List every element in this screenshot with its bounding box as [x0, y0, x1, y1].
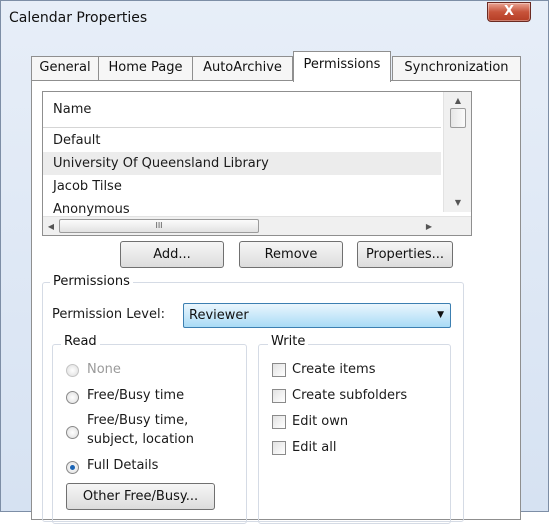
other-free-busy-button[interactable]: Other Free/Busy... — [66, 483, 215, 510]
close-icon: X — [503, 4, 515, 19]
horizontal-scroll-thumb[interactable]: III — [59, 219, 259, 233]
read-full-details-radio[interactable] — [66, 461, 79, 474]
read-free-busy-subject-label-line2: subject, location — [87, 432, 194, 447]
list-item-university-library[interactable]: University Of Queensland Library — [43, 152, 441, 175]
edit-own-label: Edit own — [292, 414, 349, 429]
properties-button[interactable]: Properties... — [357, 241, 453, 268]
edit-all-label: Edit all — [292, 440, 337, 455]
scroll-right-arrow-icon[interactable]: ▶ — [421, 217, 437, 235]
permissions-tab-panel: Name Default University Of Queensland Li… — [31, 80, 521, 524]
tab-home-page[interactable]: Home Page — [98, 56, 193, 81]
create-items-label: Create items — [292, 362, 376, 377]
add-button[interactable]: Add... — [120, 241, 224, 268]
scroll-down-arrow-icon[interactable]: ▼ — [444, 196, 471, 210]
tab-synchronization[interactable]: Synchronization — [392, 56, 521, 81]
chevron-down-icon: ▼ — [437, 310, 444, 320]
title-bar[interactable]: Calendar Properties X — [1, 1, 548, 35]
read-none-radio[interactable] — [66, 364, 79, 377]
permissions-group-label: Permissions — [50, 274, 133, 289]
remove-button[interactable]: Remove — [239, 241, 343, 268]
window-title: Calendar Properties — [9, 10, 148, 26]
permission-level-value: Reviewer — [189, 308, 249, 323]
edit-all-checkbox[interactable] — [272, 441, 286, 455]
create-items-checkbox[interactable] — [272, 363, 286, 377]
read-free-busy-label: Free/Busy time — [87, 388, 185, 403]
vertical-scrollbar[interactable]: ▲ ▼ — [443, 92, 471, 212]
list-item-default[interactable]: Default — [43, 129, 441, 152]
create-subfolders-checkbox[interactable] — [272, 389, 286, 403]
calendar-properties-dialog: Calendar Properties X General Home Page … — [0, 0, 549, 524]
list-column-header-name[interactable]: Name — [43, 92, 441, 128]
horizontal-scrollbar[interactable]: ◀ III ▶ — [43, 216, 471, 235]
read-none-label: None — [87, 362, 121, 377]
read-free-busy-subject-label-line1: Free/Busy time, — [87, 413, 189, 428]
scroll-left-arrow-icon[interactable]: ◀ — [43, 217, 59, 235]
scroll-up-arrow-icon[interactable]: ▲ — [444, 94, 471, 108]
permission-level-label: Permission Level: — [52, 307, 165, 322]
read-free-busy-radio[interactable] — [66, 391, 79, 404]
permission-level-dropdown[interactable]: Reviewer ▼ — [183, 303, 451, 328]
read-group-label: Read — [61, 334, 100, 349]
create-subfolders-label: Create subfolders — [292, 388, 408, 403]
tab-autoarchive[interactable]: AutoArchive — [192, 56, 293, 81]
user-list[interactable]: Name Default University Of Queensland Li… — [42, 91, 472, 236]
write-group-label: Write — [268, 334, 309, 349]
close-button[interactable]: X — [487, 2, 531, 22]
read-free-busy-subject-radio[interactable] — [66, 426, 79, 439]
tab-permissions[interactable]: Permissions — [293, 51, 391, 82]
read-full-details-label: Full Details — [87, 458, 159, 473]
edit-own-checkbox[interactable] — [272, 415, 286, 429]
list-item-jacob-tilse[interactable]: Jacob Tilse — [43, 175, 441, 198]
tab-general[interactable]: General — [31, 56, 99, 81]
vertical-scroll-thumb[interactable] — [450, 108, 466, 128]
